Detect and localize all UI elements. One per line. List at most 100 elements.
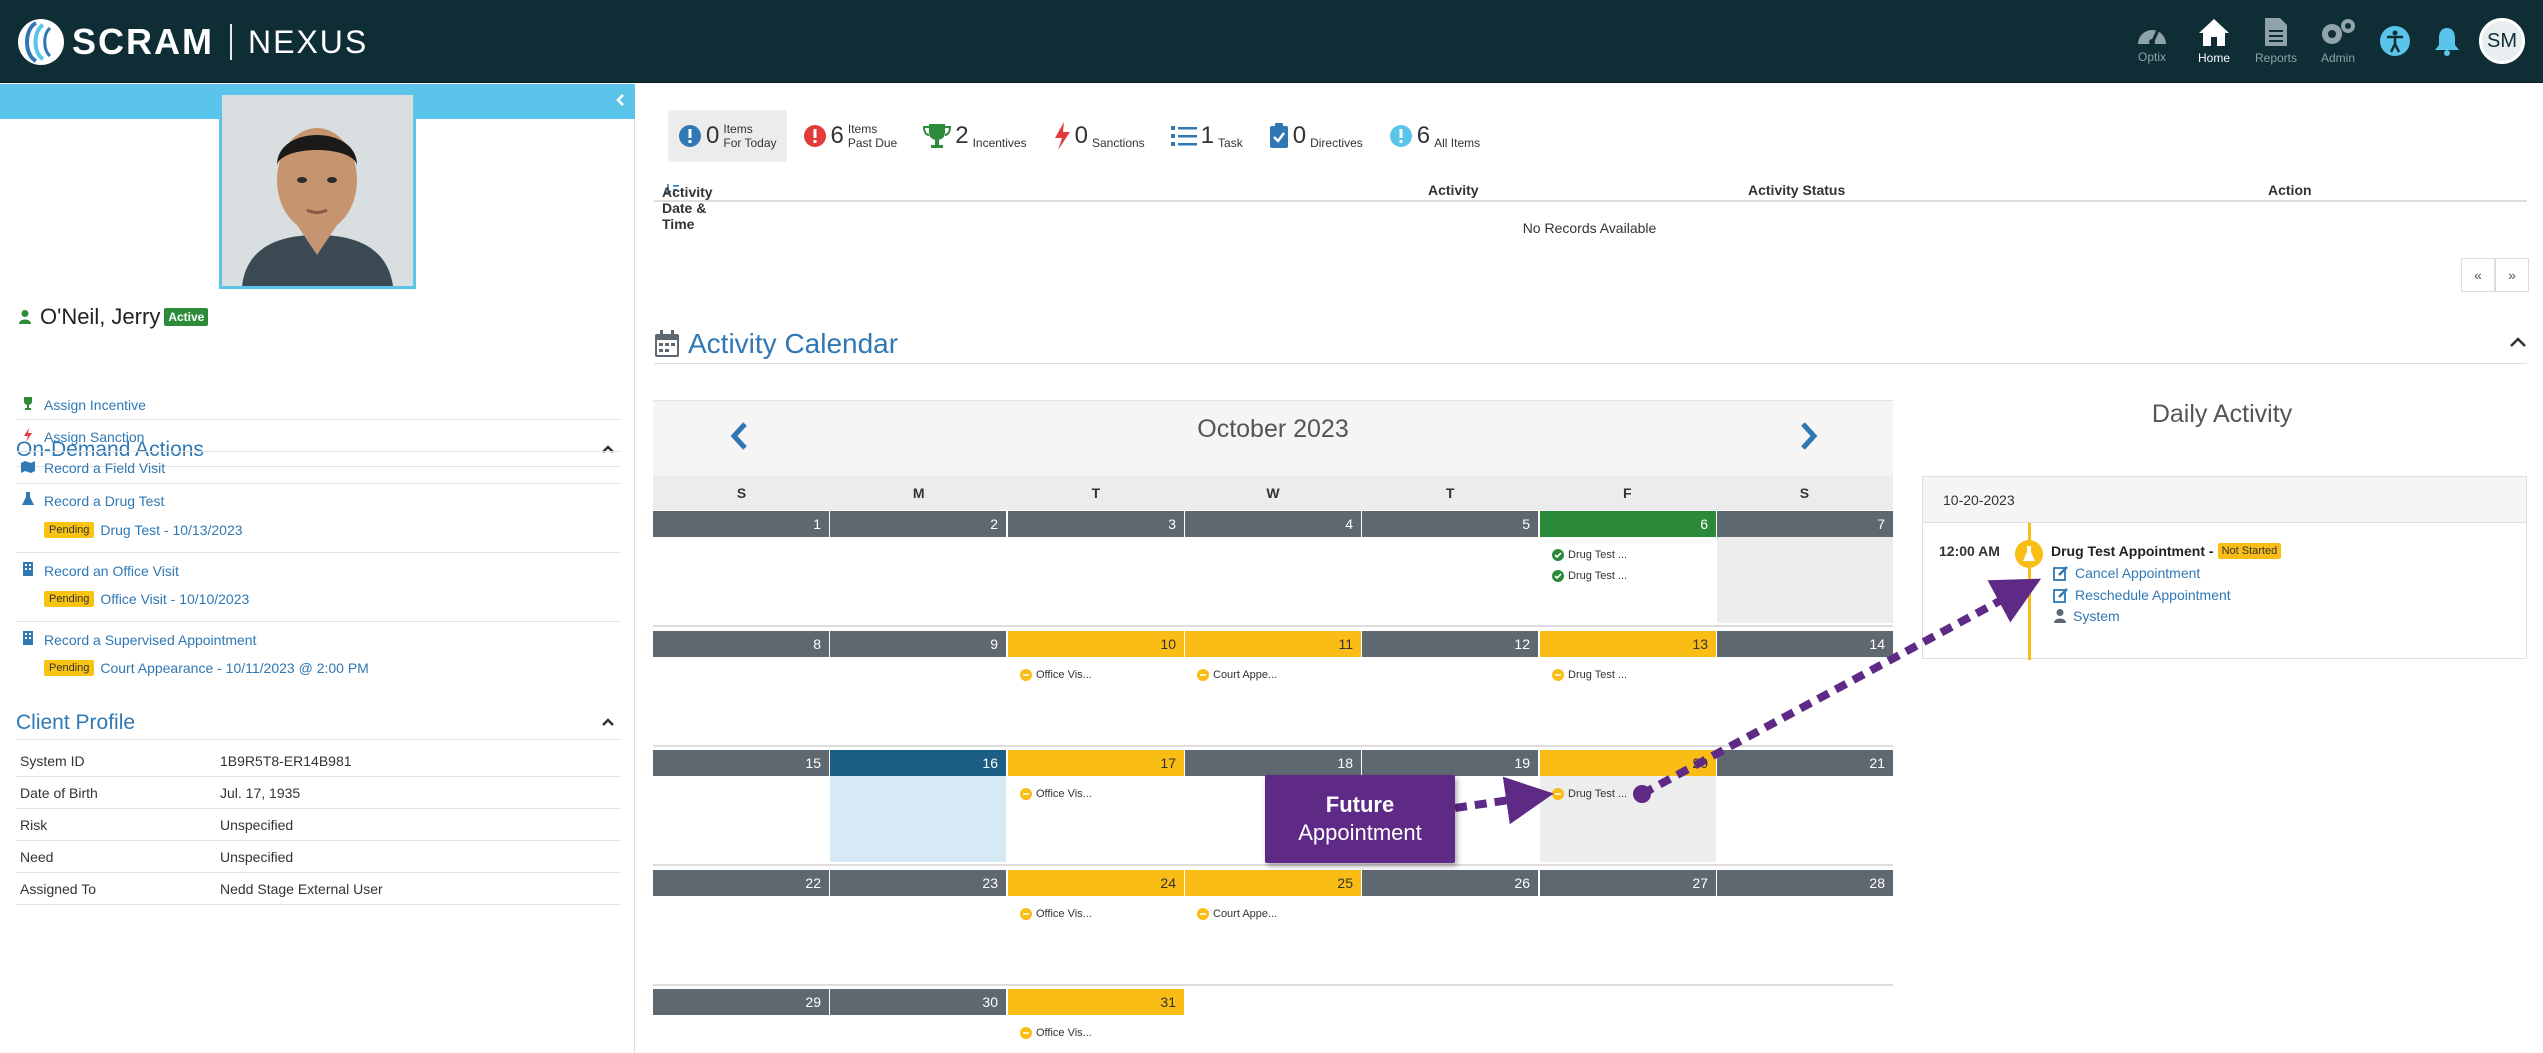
summary-past-due[interactable]: 6 Items Past Due: [793, 110, 908, 162]
client-profile-header[interactable]: Client Profile: [16, 706, 621, 740]
calendar-day[interactable]: 25 Court Appe...: [1185, 870, 1361, 982]
future-appointment-callout: Future Appointment: [1265, 775, 1455, 863]
calendar-event[interactable]: Court Appe...: [1197, 669, 1277, 681]
assign-sanction-link[interactable]: Assign Sanction: [20, 428, 620, 445]
col-activity[interactable]: Activity: [1428, 182, 1479, 198]
calendar-day[interactable]: 3: [1008, 511, 1184, 623]
system-link[interactable]: System: [2053, 608, 2120, 624]
summary-count: 0: [706, 122, 720, 149]
calendar-collapse-button[interactable]: [2509, 332, 2527, 353]
calendar-day[interactable]: 14: [1717, 631, 1893, 743]
col-activity-status[interactable]: Activity Status: [1748, 182, 1845, 198]
calendar-event[interactable]: Drug Test ...: [1552, 570, 1627, 582]
pager-next-button[interactable]: »: [2495, 258, 2529, 292]
calendar-day[interactable]: 11 Court Appe...: [1185, 631, 1361, 743]
activity-calendar-title: Activity Calendar: [688, 328, 899, 359]
calendar-day[interactable]: 22: [653, 870, 829, 982]
calendar-day[interactable]: 17 Office Vis...: [1008, 750, 1184, 862]
summary-all-items[interactable]: 6 All Items: [1379, 110, 1490, 162]
user-avatar[interactable]: SM: [2479, 18, 2525, 64]
calendar-day[interactable]: 4: [1185, 511, 1361, 623]
calendar-day[interactable]: 21: [1717, 750, 1893, 862]
sidebar-collapse-button[interactable]: [612, 93, 628, 109]
prev-month-button[interactable]: [729, 421, 749, 459]
calendar-event[interactable]: Court Appe...: [1197, 908, 1277, 920]
pagination: « »: [2461, 258, 2529, 292]
calendar-day[interactable]: 20 Drug Test ...: [1540, 750, 1716, 862]
calendar-day[interactable]: 9: [830, 631, 1006, 743]
calendar-day[interactable]: 15: [653, 750, 829, 862]
calendar-event[interactable]: Office Vis...: [1020, 788, 1092, 800]
pending-drug-test[interactable]: Pending Drug Test - 10/13/2023: [44, 522, 243, 538]
profile-key: Risk: [20, 816, 48, 833]
calendar-day[interactable]: 26: [1362, 870, 1538, 982]
user-icon: [2054, 609, 2066, 623]
summary-sanctions[interactable]: 0 Sanctions: [1043, 110, 1155, 162]
chevron-right-icon: [1801, 422, 1818, 450]
calendar-day[interactable]: 8: [653, 631, 829, 743]
record-office-visit-link[interactable]: Record an Office Visit: [20, 562, 620, 579]
profile-key: Need: [20, 848, 54, 865]
calendar-event[interactable]: Drug Test ...: [1552, 788, 1627, 800]
calendar-day-body: [1185, 537, 1361, 623]
not-started-badge: Not Started: [2217, 543, 2282, 559]
calendar-event[interactable]: Office Vis...: [1020, 908, 1092, 920]
calendar-day[interactable]: 5: [1362, 511, 1538, 623]
summary-count: 2: [955, 122, 969, 149]
next-month-button[interactable]: [1799, 421, 1819, 459]
notifications-button[interactable]: [2421, 10, 2473, 72]
col-activity-date[interactable]: Activity Date & Time: [662, 182, 713, 232]
document-icon: [2265, 18, 2287, 46]
calendar-event[interactable]: Office Vis...: [1020, 1027, 1092, 1039]
summary-items-today[interactable]: 0 Items For Today: [668, 110, 787, 162]
nav-home[interactable]: Home: [2183, 10, 2245, 72]
calendar-day[interactable]: 30: [830, 989, 1006, 1053]
col-action[interactable]: Action: [2268, 182, 2312, 198]
appointment-title-text: Drug Test Appointment: [2051, 543, 2205, 559]
calendar-event[interactable]: Office Vis...: [1020, 669, 1092, 681]
calendar-day[interactable]: 12: [1362, 631, 1538, 743]
pending-court-appearance[interactable]: Pending Court Appearance - 10/11/2023 @ …: [44, 660, 369, 676]
system-label: System: [2073, 608, 2120, 624]
summary-directives[interactable]: 0 Directives: [1259, 110, 1373, 162]
cancel-appointment-link[interactable]: Cancel Appointment: [2053, 565, 2200, 581]
calendar-day[interactable]: 7: [1717, 511, 1893, 623]
nav-admin[interactable]: Admin: [2307, 10, 2369, 72]
brand-logo[interactable]: SCRAM NEXUS: [16, 14, 368, 70]
reschedule-appointment-link[interactable]: Reschedule Appointment: [2053, 587, 2231, 603]
accessibility-button[interactable]: [2369, 10, 2421, 72]
calendar-event[interactable]: Drug Test ...: [1552, 549, 1627, 561]
calendar-day[interactable]: 6 Drug Test ... Drug Test ...: [1540, 511, 1716, 623]
nav-reports[interactable]: Reports: [2245, 10, 2307, 72]
calendar-day-body: [830, 776, 1006, 862]
calendar-day[interactable]: 31 Office Vis...: [1008, 989, 1184, 1053]
month-title: October 2023: [1197, 415, 1349, 443]
calendar-event[interactable]: Drug Test ...: [1552, 669, 1627, 681]
assign-incentive-link[interactable]: Assign Incentive: [20, 396, 620, 413]
pending-office-visit[interactable]: Pending Office Visit - 10/10/2023: [44, 591, 249, 607]
calendar-day[interactable]: 29: [653, 989, 829, 1053]
summary-label: Directives: [1310, 122, 1363, 150]
calendar-day[interactable]: 27: [1540, 870, 1716, 982]
record-supervised-appointment-link[interactable]: Record a Supervised Appointment: [20, 631, 620, 648]
summary-incentives[interactable]: 2 Incentives: [913, 110, 1036, 162]
calendar-day[interactable]: 24 Office Vis...: [1008, 870, 1184, 982]
minus-circle-icon: [1020, 669, 1032, 681]
calendar-day[interactable]: 2: [830, 511, 1006, 623]
summary-task[interactable]: 1 Task: [1161, 110, 1253, 162]
edit-icon: [2053, 588, 2068, 603]
calendar-day[interactable]: 13 Drug Test ...: [1540, 631, 1716, 743]
calendar-day[interactable]: 10 Office Vis...: [1008, 631, 1184, 743]
calendar-day-body: [653, 776, 829, 862]
calendar-day[interactable]: 28: [1717, 870, 1893, 982]
calendar-day-number: 21: [1717, 750, 1893, 776]
record-field-visit-link[interactable]: Record a Field Visit: [20, 460, 620, 476]
minus-circle-icon: [1020, 908, 1032, 920]
record-drug-test-link[interactable]: Record a Drug Test: [20, 492, 620, 509]
pager-prev-button[interactable]: «: [2461, 258, 2495, 292]
calendar-day-number: 14: [1717, 631, 1893, 657]
calendar-day[interactable]: 1: [653, 511, 829, 623]
calendar-day[interactable]: 16: [830, 750, 1006, 862]
nav-optix[interactable]: Optix: [2121, 10, 2183, 72]
calendar-day[interactable]: 23: [830, 870, 1006, 982]
